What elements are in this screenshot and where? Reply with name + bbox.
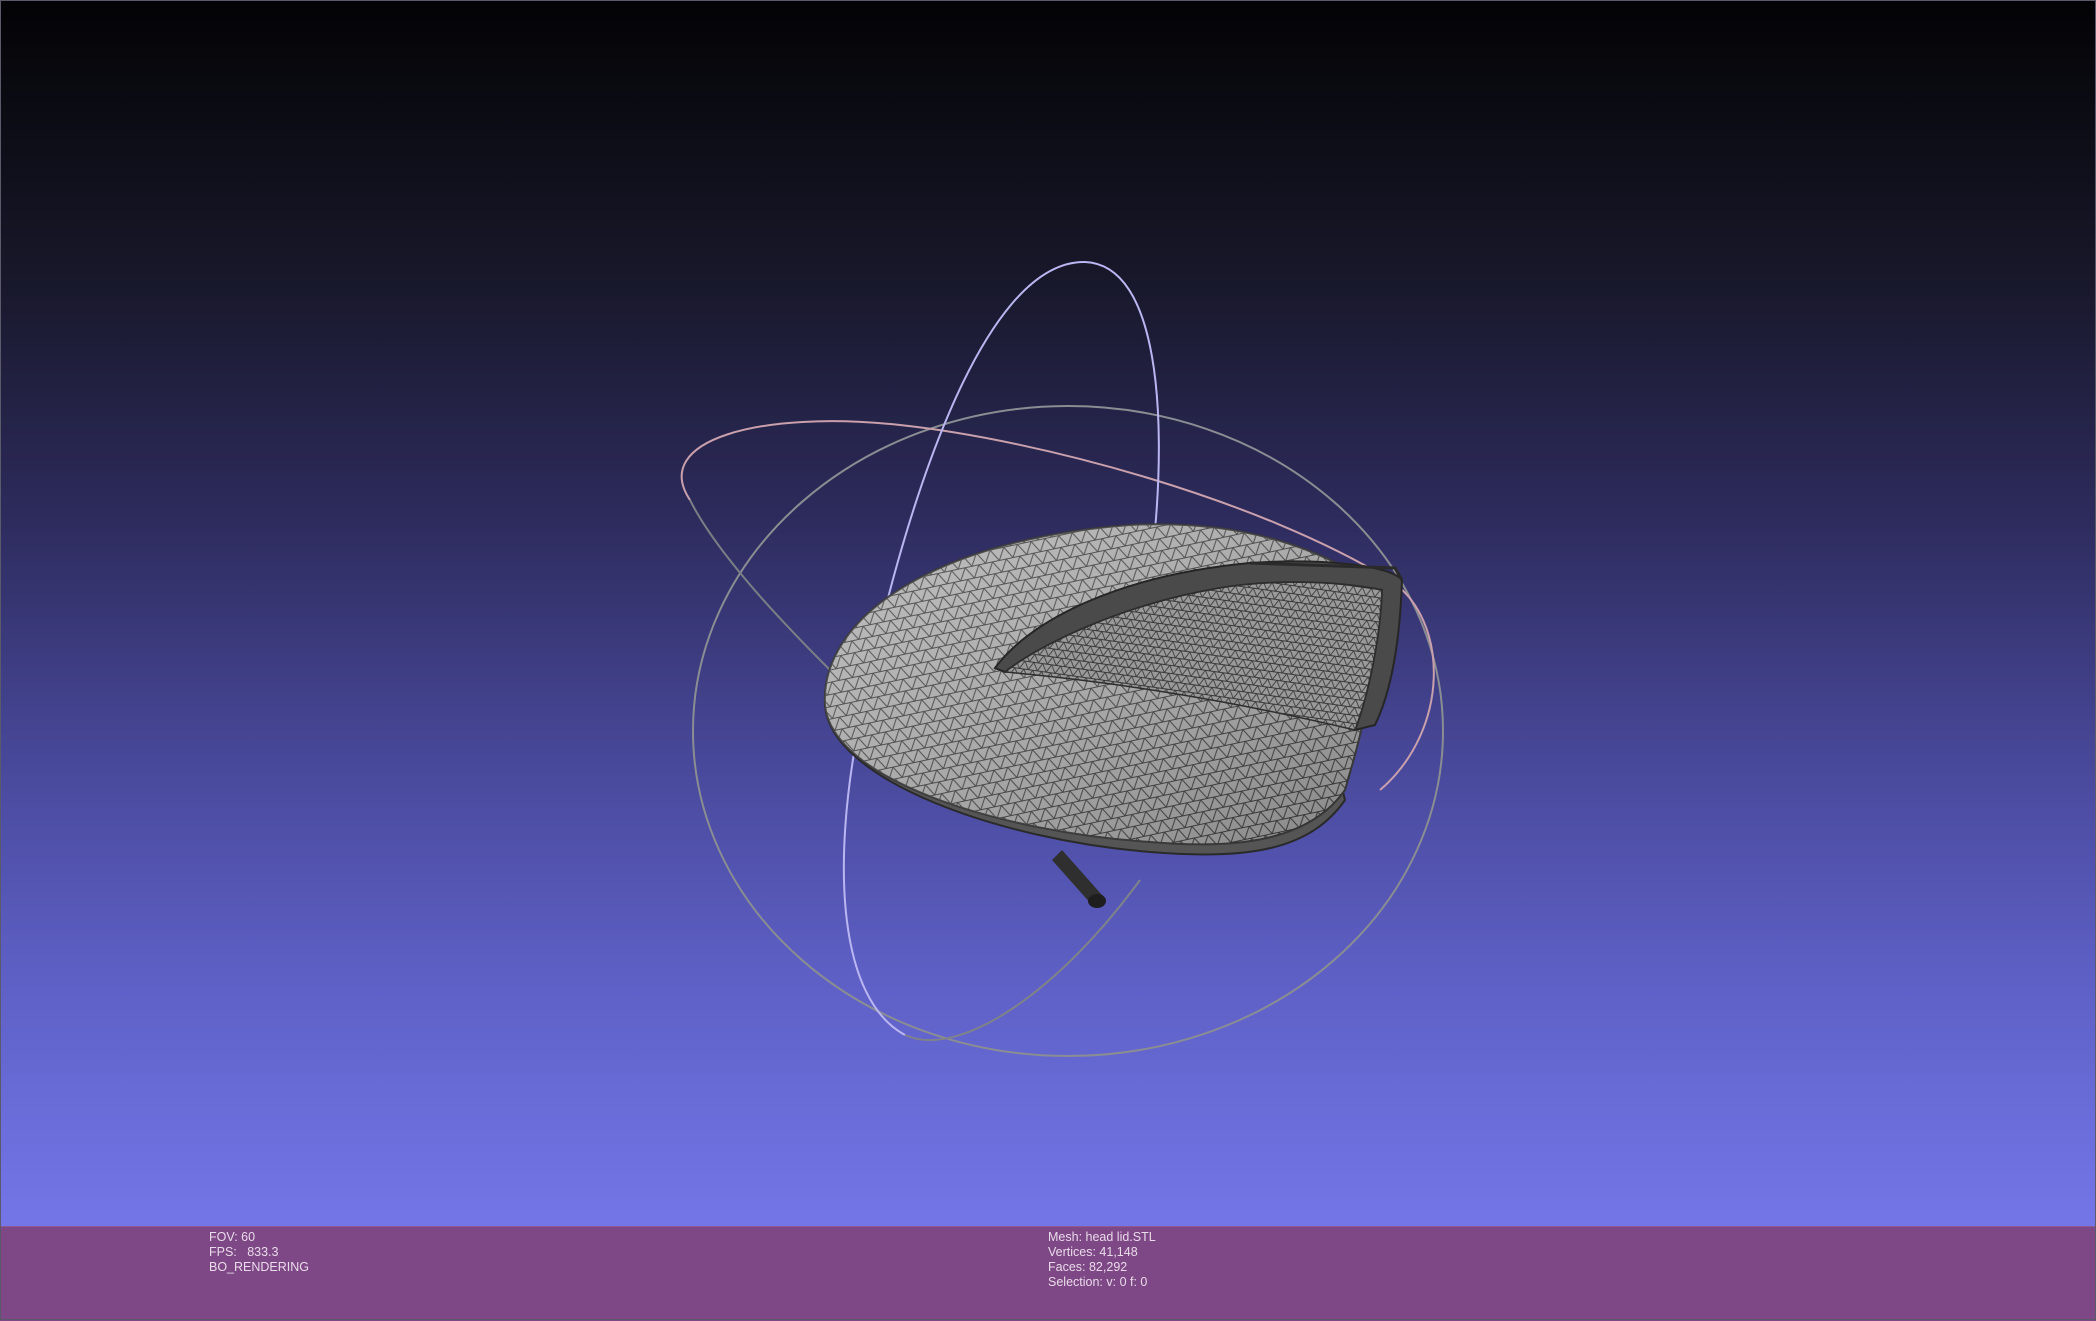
selection-label: Selection: v: 0 f: 0 (1048, 1275, 1148, 1289)
scene-canvas[interactable] (0, 0, 2096, 1226)
mesh-name-label: Mesh: head lid.STL (1048, 1230, 1156, 1244)
vertices-label: Vertices: 41,148 (1048, 1245, 1138, 1259)
info-bar: FOV: 60 FPS: 833.3 BO_RENDERING Mesh: he… (0, 1226, 2096, 1321)
mesh-info: Mesh: head lid.STL Vertices: 41,148 Face… (1048, 1230, 1156, 1290)
mesh-stem (1052, 850, 1106, 908)
render-mode-label: BO_RENDERING (209, 1260, 310, 1274)
render-info: FOV: 60 FPS: 833.3 BO_RENDERING (209, 1230, 309, 1275)
fps-label: FPS: 833.3 (209, 1245, 279, 1259)
3d-viewport[interactable] (0, 0, 2096, 1226)
faces-label: Faces: 82,292 (1048, 1260, 1128, 1274)
fov-label: FOV: 60 (209, 1230, 256, 1244)
